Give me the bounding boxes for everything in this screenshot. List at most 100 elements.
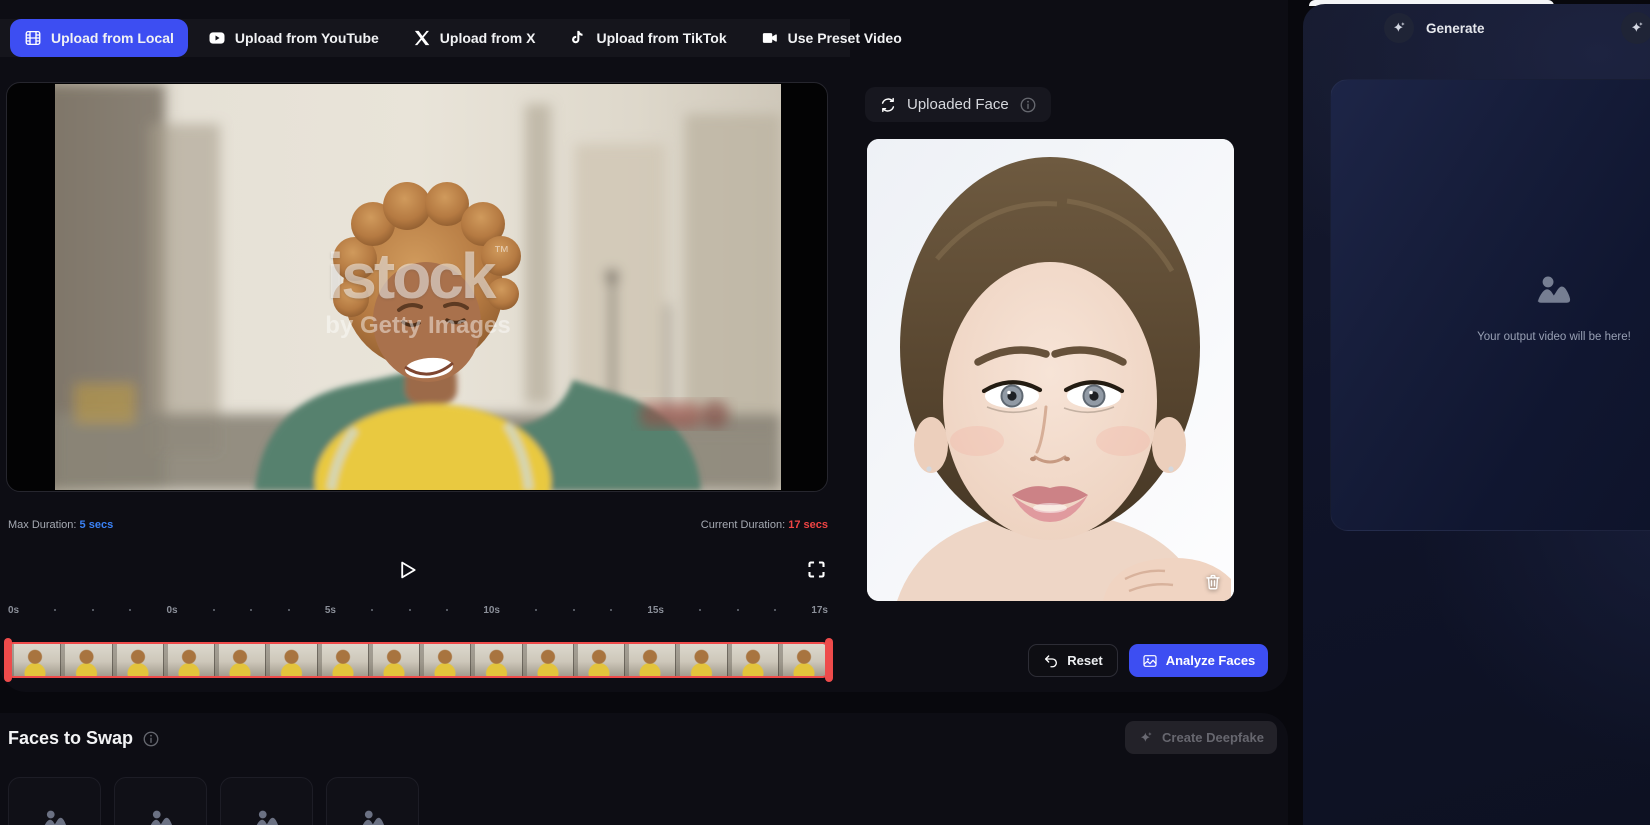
- undo-icon: [1043, 653, 1059, 669]
- create-deepfake-label: Create Deepfake: [1162, 730, 1264, 745]
- trim-handle-left[interactable]: [4, 638, 12, 682]
- info-icon[interactable]: [1019, 96, 1037, 114]
- generate-header: Generate: [1303, 4, 1650, 56]
- timeline-tick-dot: [572, 609, 575, 611]
- image-placeholder-icon: [252, 806, 282, 825]
- timeline-tick-dot: [250, 609, 253, 611]
- uploaded-face-image: [867, 139, 1234, 601]
- trim-handle-right[interactable]: [825, 638, 833, 682]
- filmstrip-frame: [215, 644, 267, 676]
- filmstrip-frame: [317, 644, 369, 676]
- faces-to-swap-section: Faces to Swap Create Deepfake: [0, 713, 1288, 825]
- image-placeholder-icon: [146, 806, 176, 825]
- sync-icon[interactable]: [879, 96, 897, 114]
- timeline-tick-label: 15s: [647, 604, 664, 616]
- timeline-tick-dot: [287, 609, 290, 611]
- timeline-tick-dot: [129, 609, 132, 611]
- tab-upload-from-local[interactable]: Upload from Local: [10, 19, 188, 57]
- tiktok-icon: [569, 29, 587, 47]
- tab-upload-from-tiktok[interactable]: Upload from TikTok: [555, 19, 740, 57]
- video-source-tabbar: Upload from Local Upload from YouTube Up…: [0, 19, 902, 57]
- faces-to-swap-header: Faces to Swap: [8, 728, 160, 749]
- timeline-tick-dot: [773, 609, 776, 611]
- timeline-tick-label: 5s: [324, 604, 336, 616]
- video-scene: [55, 84, 781, 490]
- face-portrait: [867, 139, 1234, 601]
- tab-upload-from-x[interactable]: Upload from X: [399, 19, 550, 57]
- timeline-tick-dot: [91, 609, 94, 611]
- timeline-tick-dot: [609, 609, 612, 611]
- filmstrip-frame: [420, 644, 472, 676]
- max-duration-value: 5 secs: [79, 519, 114, 531]
- reset-label: Reset: [1067, 653, 1103, 668]
- timeline-tick-label: 10s: [483, 604, 500, 616]
- timeline-tick-dot: [736, 609, 739, 611]
- image-placeholder-icon: [358, 806, 388, 825]
- timeline-tick-dot: [535, 609, 538, 611]
- video-camera-icon: [761, 29, 779, 47]
- sparkles-icon: [1138, 730, 1154, 746]
- filmstrip[interactable]: [8, 642, 828, 678]
- tab-upload-from-youtube[interactable]: Upload from YouTube: [194, 19, 393, 57]
- video-preview-box: istock™ by Getty Images: [6, 82, 828, 492]
- filmstrip-frame: [727, 644, 779, 676]
- timeline-tick-dot: [699, 609, 702, 611]
- generate-sparkle-button[interactable]: [1384, 13, 1414, 43]
- timeline-ruler[interactable]: 0s 0s 5s 10s 15s 17s: [8, 602, 828, 618]
- filmstrip-frame: [368, 644, 420, 676]
- image-placeholder-icon: [1533, 270, 1575, 312]
- face-slot-placeholder: [326, 777, 419, 825]
- generate-panel: Generate Your output video will be here!: [1303, 4, 1650, 825]
- filmstrip-frame: [522, 644, 574, 676]
- timeline-tick-dot: [408, 609, 411, 611]
- reset-button[interactable]: Reset: [1028, 644, 1118, 677]
- tab-use-preset-video[interactable]: Use Preset Video: [747, 19, 916, 57]
- analyze-faces-button[interactable]: Analyze Faces: [1129, 644, 1268, 677]
- video-frame[interactable]: istock™ by Getty Images: [55, 84, 781, 490]
- timeline-tick-dot: [212, 609, 215, 611]
- trash-icon[interactable]: [1204, 573, 1222, 591]
- uploaded-face-title: Uploaded Face: [907, 96, 1009, 113]
- faces-slot-row: [8, 777, 419, 825]
- filmstrip-frame: [573, 644, 625, 676]
- filmstrip-frame: [61, 644, 113, 676]
- current-duration: Current Duration: 17 secs: [701, 519, 828, 531]
- collapse-panel-button[interactable]: [1621, 12, 1650, 44]
- sparkles-icon: [1391, 20, 1407, 36]
- output-placeholder-text: Your output video will be here!: [1477, 331, 1631, 343]
- filmstrip-frame: [676, 644, 728, 676]
- tab-label: Upload from X: [439, 30, 536, 46]
- filmstrip-frame: [266, 644, 318, 676]
- face-slot-placeholder: [114, 777, 207, 825]
- filmstrip-frame: [471, 644, 523, 676]
- analyze-faces-label: Analyze Faces: [1165, 653, 1256, 668]
- timeline-tick-label: 0s: [8, 604, 20, 616]
- current-duration-value: 17 secs: [788, 519, 828, 531]
- image-icon: [1142, 653, 1158, 669]
- tab-label: Use Preset Video: [787, 30, 902, 46]
- fullscreen-icon: [806, 559, 827, 580]
- timeline-tick-label: 17s: [811, 604, 828, 616]
- output-video-area: Your output video will be here!: [1330, 79, 1650, 531]
- fullscreen-button[interactable]: [804, 557, 828, 581]
- filmstrip-frame: [10, 644, 62, 676]
- sparkles-icon: [1629, 20, 1645, 36]
- tab-label: Upload from TikTok: [596, 30, 727, 46]
- face-slot-placeholder: [8, 777, 101, 825]
- create-deepfake-button[interactable]: Create Deepfake: [1125, 721, 1277, 754]
- max-duration-label: Max Duration:: [8, 519, 77, 531]
- youtube-icon: [208, 29, 226, 47]
- play-button[interactable]: [392, 556, 420, 584]
- faces-to-swap-title: Faces to Swap: [8, 728, 134, 748]
- tab-label: Upload from YouTube: [234, 30, 379, 46]
- filmstrip-frame: [163, 644, 215, 676]
- x-logo-icon: [413, 29, 431, 47]
- timeline-tick-dot: [371, 609, 374, 611]
- timeline-tick-dot: [445, 609, 448, 611]
- info-icon[interactable]: [142, 730, 160, 748]
- filmstrip-frame: [112, 644, 164, 676]
- uploaded-face-header: Uploaded Face: [865, 87, 1051, 122]
- filmstrip-frame: [778, 644, 826, 676]
- main-editor-section: Upload from Local Upload from YouTube Up…: [0, 0, 1288, 692]
- duration-row: Max Duration: 5 secs Current Duration: 1…: [8, 519, 828, 535]
